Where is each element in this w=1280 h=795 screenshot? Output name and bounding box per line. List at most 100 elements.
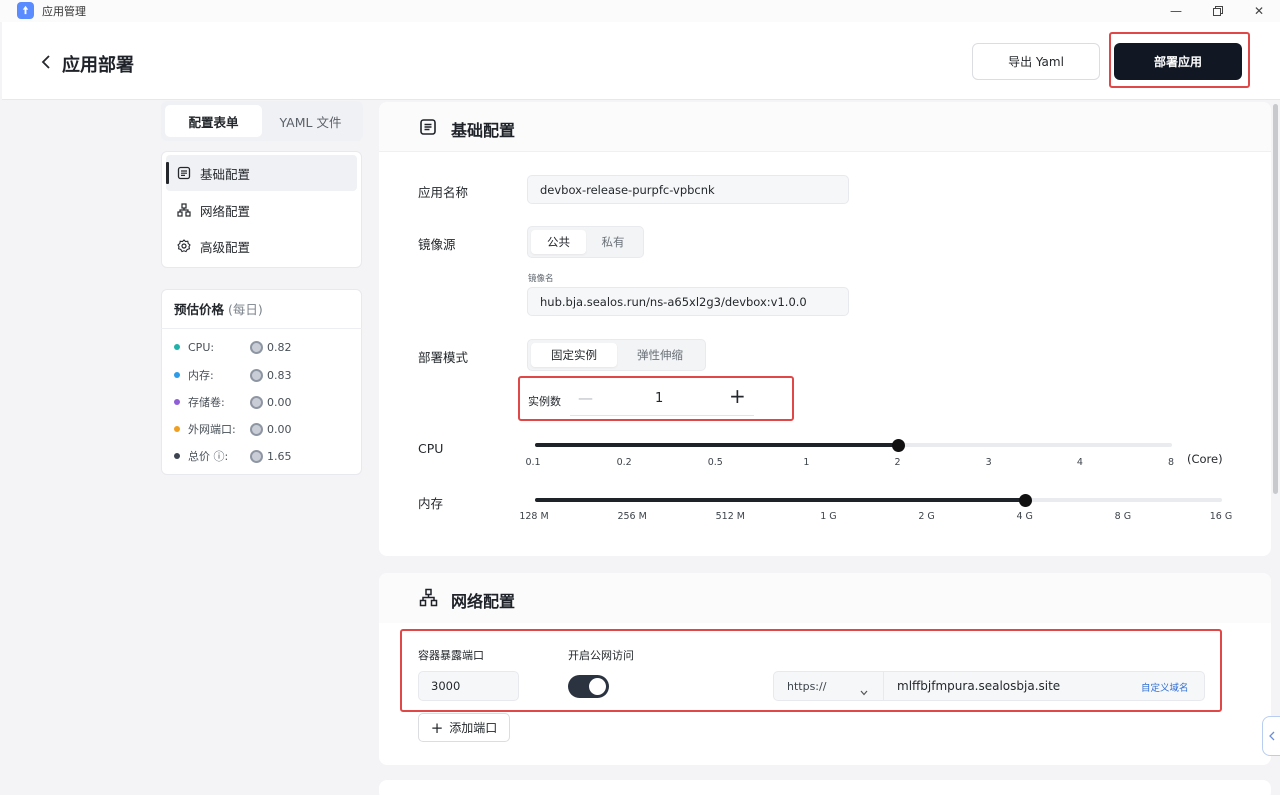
price-value: 1.65 <box>267 449 292 463</box>
deploy-mode-autoscale[interactable]: 弹性伸缩 <box>617 343 703 367</box>
public-access-label: 开启公网访问 <box>568 649 634 662</box>
deploy-app-button[interactable]: 部署应用 <box>1114 43 1242 80</box>
window-title-bar <box>0 0 1280 22</box>
cpu-tick-label: 2 <box>894 457 901 468</box>
price-value: 0.83 <box>267 368 292 382</box>
price-row-memory: 内存: 0.83 <box>174 366 292 384</box>
total-dot <box>174 453 180 459</box>
price-row-storage: 存储卷: 0.00 <box>174 393 292 411</box>
toggle-knob <box>589 678 606 695</box>
scrollbar[interactable] <box>1273 104 1278 494</box>
coin-icon <box>250 395 263 409</box>
custom-domain-link[interactable]: 自定义域名 <box>1141 680 1189 694</box>
chevron-left-icon <box>1268 731 1274 741</box>
protocol-value: https:// <box>787 679 827 693</box>
app-name-label: 应用名称 <box>418 185 469 200</box>
price-row-total: 总价 ⓘ: 1.65 <box>174 447 292 465</box>
price-value: 0.82 <box>267 340 292 354</box>
add-port-label: 添加端口 <box>449 721 498 735</box>
active-indicator <box>166 162 169 184</box>
nav-item-advanced[interactable]: 高级配置 <box>166 228 357 264</box>
cpu-label: CPU <box>418 441 444 456</box>
app-logo-icon <box>17 2 34 19</box>
nav-item-basic[interactable]: 基础配置 <box>166 155 357 191</box>
price-row-cpu: CPU: 0.82 <box>174 338 292 356</box>
coin-icon <box>250 449 263 463</box>
page-title: 应用部署 <box>62 55 134 76</box>
storage-dot <box>174 399 180 405</box>
document-icon <box>176 165 192 181</box>
memory-tick-label: 1 G <box>820 511 837 522</box>
cpu-tick-label: 8 <box>1167 457 1175 468</box>
plus-icon: + <box>430 718 444 737</box>
cpu-slider-handle[interactable] <box>891 439 905 452</box>
close-icon[interactable]: ✕ <box>1245 1 1273 21</box>
cpu-tick-label: 0.1 <box>525 457 541 468</box>
port-label: 容器暴露端口 <box>418 649 484 662</box>
increment-button[interactable]: + <box>729 384 746 408</box>
memory-tick-label: 256 M <box>617 511 647 522</box>
memory-tick-label: 4 G <box>1016 511 1033 522</box>
tab-config-form[interactable]: 配置表单 <box>165 105 262 137</box>
cpu-dot <box>174 344 180 350</box>
price-value: 0.00 <box>267 422 292 436</box>
memory-tick-label: 512 M <box>715 511 745 522</box>
port-input[interactable]: 3000 <box>418 671 519 701</box>
stepper-underline <box>570 415 754 416</box>
app-name-input[interactable]: devbox-release-purpfc-vpbcnk <box>527 175 849 204</box>
gear-icon <box>176 238 192 254</box>
image-name-label: 镜像名 <box>528 274 554 284</box>
image-source-public[interactable]: 公共 <box>531 230 586 254</box>
side-panel-toggle[interactable] <box>1262 716 1280 756</box>
price-label: 存储卷: <box>188 396 225 409</box>
memory-tick-label: 128 M <box>519 511 549 522</box>
cpu-tick-label: 4 <box>1076 457 1083 468</box>
memory-tick-label: 8 G <box>1114 511 1132 522</box>
image-name-input[interactable]: hub.bja.sealos.run/ns-a65xl2g3/devbox:v1… <box>527 287 849 316</box>
price-row-port: 外网端口: 0.00 <box>174 420 292 438</box>
basic-config-title: 基础配置 <box>451 121 516 140</box>
image-source-private[interactable]: 私有 <box>586 230 640 254</box>
instances-value[interactable]: 1 <box>655 391 663 406</box>
nav-item-label: 网络配置 <box>200 203 251 219</box>
coin-icon <box>250 422 263 436</box>
cpu-slider-fill <box>535 443 900 447</box>
image-source-label: 镜像源 <box>418 237 456 252</box>
advanced-config-card <box>379 780 1271 795</box>
minimize-icon[interactable]: — <box>1162 1 1190 21</box>
price-period: (每日) <box>228 302 263 317</box>
memory-slider-handle[interactable] <box>1018 494 1032 507</box>
cpu-tick-label: 1 <box>803 457 810 468</box>
nav-item-label: 高级配置 <box>200 239 251 255</box>
memory-tick-label: 16 G <box>1209 511 1233 522</box>
chevron-down-icon <box>860 681 868 700</box>
maximize-icon[interactable] <box>1204 1 1232 21</box>
price-title: 预估价格 <box>174 302 225 317</box>
price-label: 内存: <box>188 369 214 382</box>
window-title: 应用管理 <box>42 5 86 18</box>
coin-icon <box>250 340 263 354</box>
price-value: 0.00 <box>267 395 292 409</box>
nav-item-network[interactable]: 网络配置 <box>166 192 357 228</box>
document-icon <box>419 118 437 140</box>
network-icon <box>176 202 192 218</box>
export-yaml-button[interactable]: 导出 Yaml <box>972 43 1100 80</box>
price-label: 外网端口: <box>188 423 236 436</box>
cpu-tick-label: 0.2 <box>616 457 632 468</box>
coin-icon <box>250 368 263 382</box>
domain-value: mlffbjfmpura.sealosbja.site <box>897 679 1061 693</box>
decrement-button[interactable]: — <box>578 389 593 407</box>
cpu-unit: (Core) <box>1187 452 1223 466</box>
deploy-mode-label: 部署模式 <box>418 350 469 365</box>
cpu-tick-label: 0.5 <box>707 457 723 468</box>
memory-dot <box>174 372 180 378</box>
tab-yaml-file[interactable]: YAML 文件 <box>262 105 359 137</box>
add-port-button[interactable]: + 添加端口 <box>418 713 510 742</box>
price-label: CPU: <box>188 340 215 354</box>
instances-label: 实例数 <box>528 395 561 408</box>
back-arrow-icon[interactable] <box>36 48 56 76</box>
network-icon <box>419 588 438 611</box>
deploy-mode-fixed[interactable]: 固定实例 <box>531 343 617 367</box>
price-estimate-title: 预估价格 (每日) <box>161 289 362 329</box>
memory-label: 内存 <box>418 496 444 511</box>
